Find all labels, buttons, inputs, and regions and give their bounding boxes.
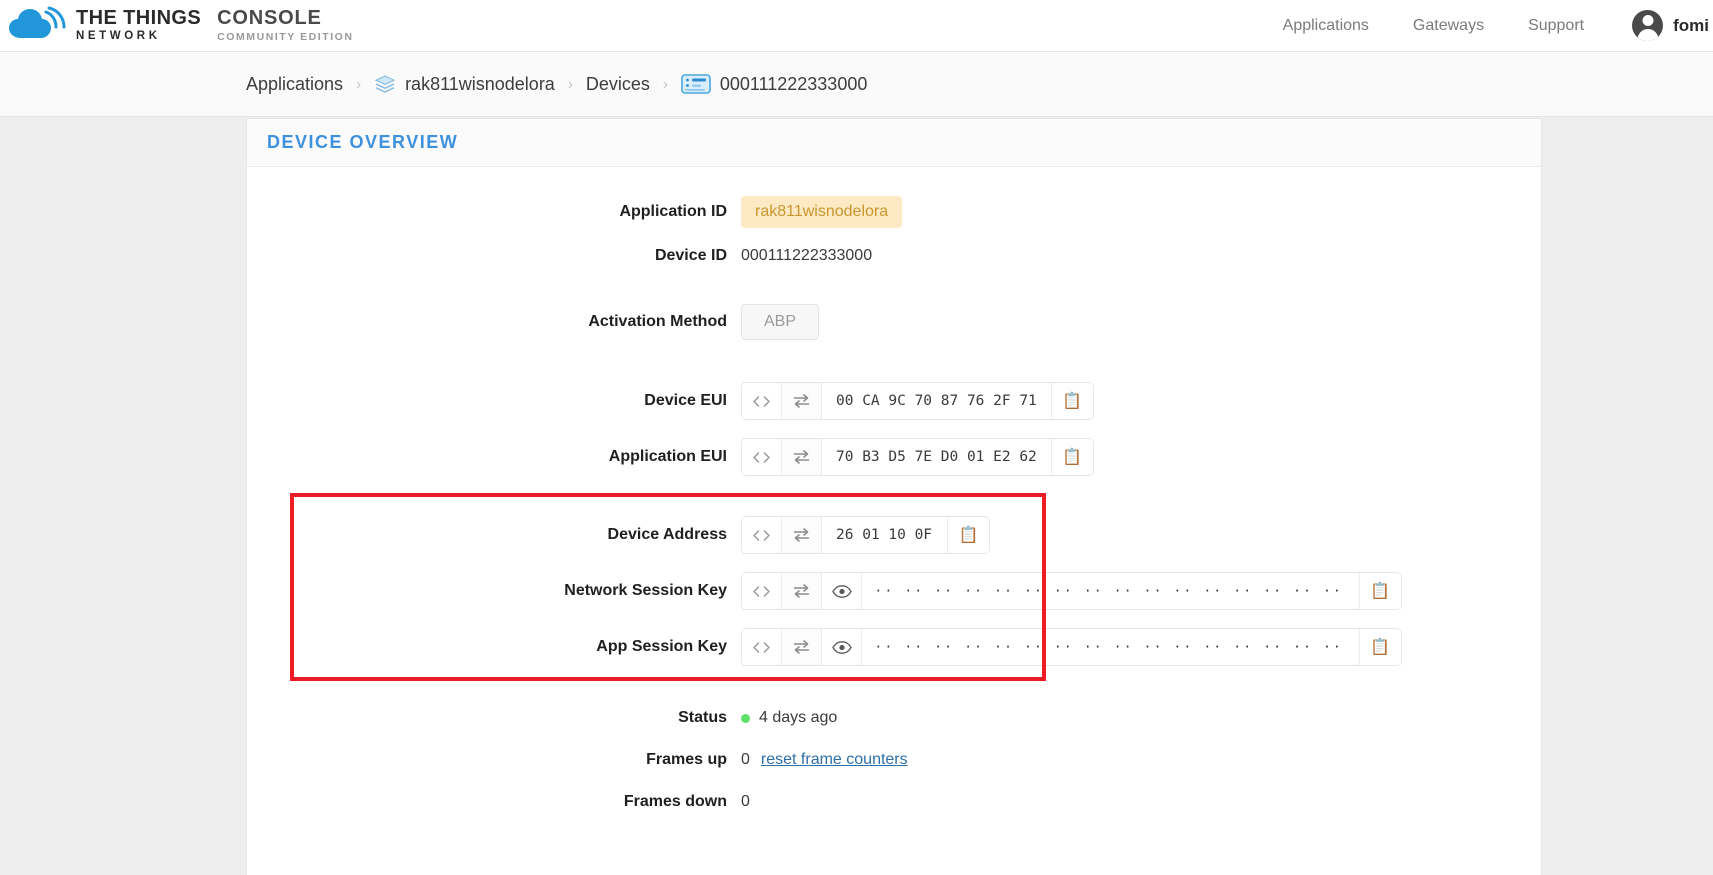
breadcrumb-label-device: 000111222333000 (719, 73, 868, 94)
nav-gateways[interactable]: Gateways (1413, 17, 1484, 35)
user-name: fomi (1673, 15, 1709, 35)
field-label-application-id: Application ID (619, 203, 727, 221)
breadcrumb: Applications › rak811wisnodelora › Devic… (0, 52, 1713, 117)
product-name-line1: CONSOLE (217, 7, 322, 30)
field-label-network-session-key: Network Session Key (564, 582, 727, 600)
application-eui-value[interactable]: 70 B3 D5 7E D0 01 E2 62 (822, 439, 1051, 475)
swap-arrows-icon[interactable] (782, 383, 822, 419)
device-id-value: 000111222333000 (741, 247, 873, 264)
breadcrumb-separator: › (356, 75, 362, 93)
card-body: Application ID rak811wisnodelora Device … (247, 167, 1541, 823)
masked-value: ·· ·· ·· ·· ·· ·· ·· ·· ·· ·· ·· ·· ·· ·… (876, 581, 1345, 600)
field-label-frames-up: Frames up (646, 751, 727, 769)
device-eui-value[interactable]: 00 CA 9C 70 87 76 2F 71 (822, 383, 1051, 419)
field-row-frames-up: Frames up 0 reset frame counters (247, 739, 1541, 781)
frames-down-value: 0 (741, 793, 750, 810)
device-overview-card: DEVICE OVERVIEW Application ID rak811wis… (246, 118, 1542, 875)
status-indicator-dot (741, 713, 750, 723)
frames-up-value: 0 (741, 751, 750, 768)
breadcrumb-label-applications[interactable]: Applications (246, 74, 343, 95)
field-row-device-eui: Device EUI 00 CA 9C 70 87 76 2F 71 📋 (247, 373, 1541, 429)
field-label-status: Status (678, 709, 727, 727)
field-row-status: Status 4 days ago (247, 697, 1541, 739)
card-header: DEVICE OVERVIEW (247, 119, 1541, 167)
breadcrumb-item-applications[interactable]: Applications (246, 74, 343, 95)
clipboard-icon[interactable]: 📋 (1050, 439, 1093, 475)
device-eui-field[interactable]: 00 CA 9C 70 87 76 2F 71 📋 (741, 382, 1094, 420)
field-label-device-address: Device Address (607, 526, 727, 544)
activation-method-value: ABP (741, 304, 820, 340)
application-id-tag[interactable]: rak811wisnodelora (741, 196, 903, 228)
field-row-frames-down: Frames down 0 (247, 781, 1541, 823)
breadcrumb-separator: › (662, 75, 668, 93)
code-toggle-icon[interactable] (742, 517, 782, 553)
field-label-device-eui: Device EUI (644, 392, 727, 410)
field-label-frames-down: Frames down (623, 793, 727, 811)
brand-name: THE THINGS NETWORK (76, 8, 201, 43)
field-row-device-address: Device Address 26 01 10 0F 📋 (247, 507, 1541, 563)
application-eui-field[interactable]: 70 B3 D5 7E D0 01 E2 62 📋 (741, 438, 1094, 476)
page-title: DEVICE OVERVIEW (267, 132, 459, 152)
field-label-device-id: Device ID (654, 247, 727, 265)
breadcrumb-item-device[interactable]: 000111222333000 (681, 73, 868, 95)
device-chip-icon (681, 73, 711, 95)
field-row-application-id: Application ID rak811wisnodelora (247, 189, 1541, 235)
user-menu[interactable]: fomi (1632, 10, 1709, 41)
swap-arrows-icon[interactable] (782, 573, 822, 609)
top-navigation: Applications Gateways Support fomi (1239, 10, 1713, 41)
code-toggle-icon[interactable] (742, 439, 782, 475)
field-label-activation-method: Activation Method (588, 313, 727, 331)
field-label-app-session-key: App Session Key (596, 638, 727, 656)
field-label-application-eui: Application EUI (608, 448, 727, 466)
breadcrumb-item-devices[interactable]: Devices (586, 74, 650, 95)
brand-name-line2: NETWORK (76, 30, 161, 43)
top-header-bar: THE THINGS NETWORK CONSOLE COMMUNITY EDI… (0, 0, 1713, 52)
eye-icon[interactable] (822, 629, 862, 665)
code-toggle-icon[interactable] (742, 573, 782, 609)
field-row-network-session-key: Network Session Key ·· ·· ·· ·· ·· ·· ··… (247, 563, 1541, 619)
swap-arrows-icon[interactable] (782, 439, 822, 475)
clipboard-icon[interactable]: 📋 (1358, 573, 1401, 609)
field-row-application-eui: Application EUI 70 B3 D5 7E D0 01 E2 62 … (247, 429, 1541, 485)
breadcrumb-item-application[interactable]: rak811wisnodelora (374, 73, 555, 95)
device-address-field[interactable]: 26 01 10 0F 📋 (741, 516, 990, 554)
field-row-device-id: Device ID 000111222333000 (247, 235, 1541, 277)
status-value: 4 days ago (759, 709, 838, 726)
masked-value: ·· ·· ·· ·· ·· ·· ·· ·· ·· ·· ·· ·· ·· ·… (876, 637, 1345, 656)
app-session-key-value[interactable]: ·· ·· ·· ·· ·· ·· ·· ·· ·· ·· ·· ·· ·· ·… (862, 629, 1359, 665)
user-avatar-icon (1632, 10, 1664, 41)
clipboard-icon[interactable]: 📋 (947, 517, 989, 553)
app-session-key-field[interactable]: ·· ·· ·· ·· ·· ·· ·· ·· ·· ·· ·· ·· ·· ·… (741, 628, 1402, 666)
nav-applications[interactable]: Applications (1283, 17, 1369, 35)
brand-logo[interactable]: THE THINGS NETWORK CONSOLE COMMUNITY EDI… (0, 6, 354, 46)
network-session-key-field[interactable]: ·· ·· ·· ·· ·· ·· ·· ·· ·· ·· ·· ·· ·· ·… (741, 572, 1402, 610)
reset-frame-counters-link[interactable]: reset frame counters (761, 751, 908, 769)
code-toggle-icon[interactable] (742, 629, 782, 665)
breadcrumb-label-application[interactable]: rak811wisnodelora (405, 74, 555, 95)
clipboard-icon[interactable]: 📋 (1358, 629, 1401, 665)
field-row-activation-method: Activation Method ABP (247, 299, 1541, 345)
swap-arrows-icon[interactable] (782, 629, 822, 665)
product-name-line2: COMMUNITY EDITION (217, 31, 354, 44)
eye-icon[interactable] (822, 573, 862, 609)
breadcrumb-separator: › (567, 75, 573, 93)
nav-support[interactable]: Support (1528, 17, 1584, 35)
swap-arrows-icon[interactable] (782, 517, 822, 553)
brand-name-line1: THE THINGS (76, 7, 202, 30)
code-toggle-icon[interactable] (742, 383, 782, 419)
layers-icon (374, 73, 396, 95)
device-address-value[interactable]: 26 01 10 0F (822, 517, 947, 553)
breadcrumb-label-devices[interactable]: Devices (586, 74, 650, 95)
ttn-cloud-icon (8, 6, 70, 46)
field-row-app-session-key: App Session Key ·· ·· ·· ·· ·· ·· ·· ·· … (247, 619, 1541, 675)
network-session-key-value[interactable]: ·· ·· ·· ·· ·· ·· ·· ·· ·· ·· ·· ·· ·· ·… (862, 573, 1359, 609)
product-name: CONSOLE COMMUNITY EDITION (217, 8, 353, 43)
clipboard-icon[interactable]: 📋 (1050, 383, 1093, 419)
